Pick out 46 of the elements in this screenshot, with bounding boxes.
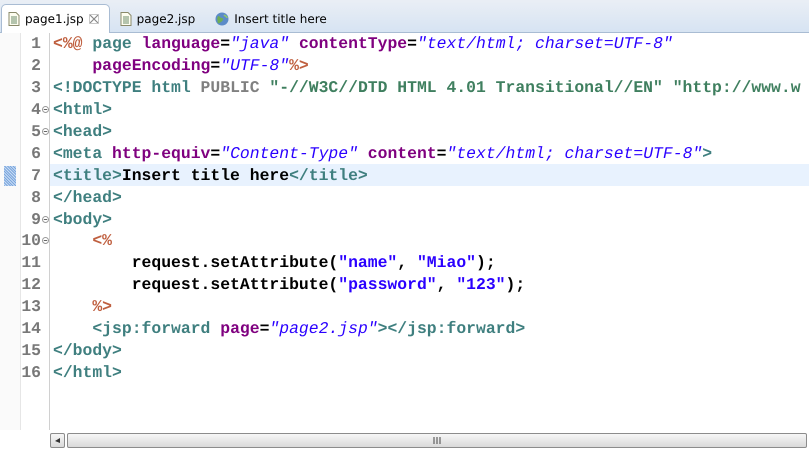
line-number: 14 [21,319,41,338]
line-number: 8 [31,188,41,207]
left-arrow-icon [54,436,61,444]
close-icon[interactable] [88,14,99,24]
code-line: <body> [52,208,114,230]
line-number: 1 [31,34,41,54]
line-number: 10 [21,231,41,250]
scroll-left-button[interactable] [50,432,65,448]
code-line: <head> [52,121,114,142]
fold-icon[interactable] [42,237,48,244]
code-line: </html> [52,362,123,384]
code-line: <!DOCTYPE html PUBLIC "-//W3C//DTD HTML 4.01 Transitional//EN" "http://www.w [52,77,802,99]
line-number: 5 [31,122,41,141]
globe-icon [215,12,230,26]
code-line: request.setAttribute("password", "123"); [130,274,526,296]
code-line: <jsp:forward page="page2.jsp"></jsp:forward> [91,318,526,340]
scroll-thumb[interactable] [67,432,807,448]
editor-tab[interactable]: Insert title here [209,5,337,32]
file-icon [120,12,132,26]
code-line: pageEncoding="UTF-8"%> [91,55,310,77]
line-number: 2 [31,56,41,76]
line-number: 16 [21,362,41,382]
fold-icon[interactable] [42,216,48,223]
code-line: %> [91,296,114,318]
line-number: 13 [21,297,41,316]
line-number: 6 [31,144,41,163]
code-line: <meta http-equiv="Content-Type" content="text/html; charset=UTF-8"> [52,142,714,164]
editor-tab[interactable]: page1.jsp [1,4,110,33]
code-line: request.setAttribute("name", "Miao"); [130,252,497,274]
fold-icon[interactable] [42,106,48,114]
editor-tab[interactable]: page2.jsp [114,5,206,32]
grip-icon [433,436,441,444]
line-number: 11 [21,253,41,272]
line-number: 4 [31,100,41,120]
line-number: 3 [31,78,41,98]
code-line: </body> [52,340,123,362]
line-number: 7 [31,166,41,185]
code-line: <% [91,230,114,252]
line-number: 12 [21,275,41,294]
line-number: 15 [21,340,41,360]
code-line: </head> [52,186,123,208]
fold-icon[interactable] [42,128,48,135]
code-line: <%@ page language="java" contentType="text/html; charset=UTF-8" [52,33,674,55]
file-icon [8,12,20,26]
line-number: 9 [31,210,41,229]
code-line: <html> [52,99,114,121]
